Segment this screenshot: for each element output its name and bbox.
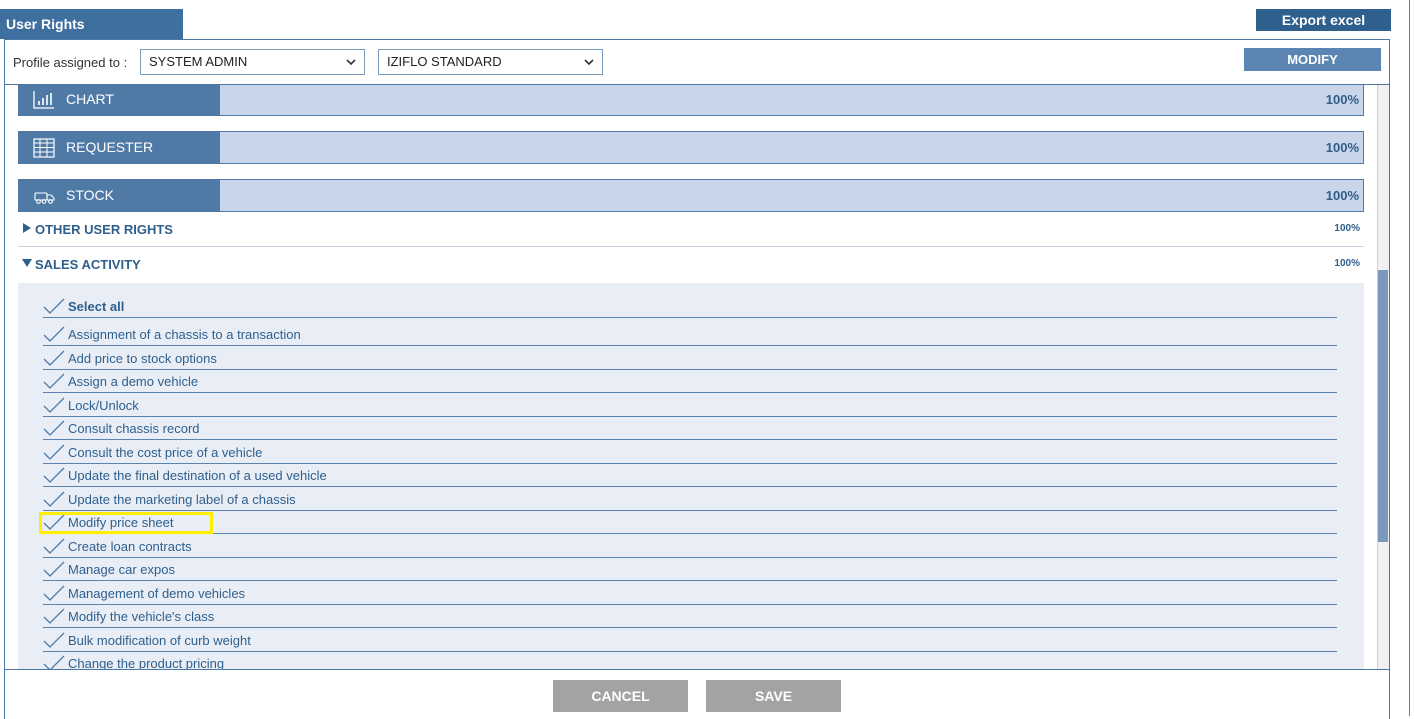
right-item-label: Change the product pricing — [68, 656, 225, 669]
right-item-label: Create loan contracts — [68, 539, 192, 554]
checkmark-icon — [43, 373, 65, 389]
right-item[interactable]: Assign a demo vehicle — [43, 370, 1337, 393]
subsection-label: OTHER USER RIGHTS — [35, 222, 173, 237]
checkmark-icon — [43, 397, 65, 413]
scrollbar-thumb[interactable] — [1378, 270, 1388, 542]
rights-scroll-area: CHART 100% REQUESTER 100% STOCK 100% OTH… — [5, 85, 1377, 669]
section-label: REQUESTER — [66, 139, 154, 155]
right-item[interactable]: Lock/Unlock — [43, 394, 1337, 417]
profile-select[interactable]: SYSTEM ADMIN — [140, 49, 365, 75]
chevron-down-icon — [584, 59, 594, 66]
profile-select-value: SYSTEM ADMIN — [149, 54, 248, 69]
right-item[interactable]: Create loan contracts — [43, 535, 1337, 558]
save-button[interactable]: SAVE — [706, 680, 841, 712]
right-item[interactable]: Assignment of a chassis to a transaction — [43, 323, 1337, 346]
right-item-label: Modify the vehicle's class — [68, 609, 215, 624]
section-percent: 100% — [1325, 188, 1359, 203]
right-item-label: Manage car expos — [68, 562, 175, 577]
cancel-button[interactable]: CANCEL — [553, 680, 688, 712]
checkmark-icon — [43, 467, 65, 483]
checkmark-icon — [43, 585, 65, 601]
subsection-sales-activity[interactable]: SALES ACTIVITY 100% — [18, 247, 1364, 282]
section-percent: 100% — [1325, 140, 1359, 155]
checkmark-icon — [43, 326, 65, 342]
right-item-label: Assignment of a chassis to a transaction — [68, 327, 301, 342]
sales-activity-rights-list: Select all Assignment of a chassis to a … — [18, 283, 1364, 669]
right-item-label: Add price to stock options — [68, 351, 217, 366]
section-stock[interactable]: STOCK 100% — [18, 179, 1364, 212]
section-label: CHART — [66, 91, 114, 107]
section-requester-header: REQUESTER — [19, 132, 220, 163]
right-item[interactable]: Manage car expos — [43, 558, 1337, 581]
checkmark-icon — [43, 655, 65, 669]
checkmark-icon — [43, 298, 65, 314]
section-requester[interactable]: REQUESTER 100% — [18, 131, 1364, 164]
section-percent: 100% — [1325, 92, 1359, 107]
section-chart[interactable]: CHART 100% — [18, 85, 1364, 116]
export-excel-button[interactable]: Export excel — [1256, 9, 1391, 31]
subsection-label: SALES ACTIVITY — [35, 257, 141, 272]
truck-icon — [34, 192, 55, 204]
right-item-modify-price-sheet[interactable]: Modify price sheet — [43, 511, 1337, 534]
modify-button[interactable]: MODIFY — [1244, 48, 1381, 71]
right-item-label: Lock/Unlock — [68, 398, 139, 413]
right-item[interactable]: Change the product pricing — [43, 652, 1337, 669]
select-all-label: Select all — [68, 299, 125, 314]
right-item-label: Assign a demo vehicle — [68, 374, 199, 389]
checkmark-icon — [43, 538, 65, 554]
right-item-label: Update the marketing label of a chassis — [68, 492, 296, 507]
table-icon — [33, 138, 55, 158]
profile-type-select[interactable]: IZIFLO STANDARD — [378, 49, 603, 75]
profile-row: Profile assigned to : SYSTEM ADMIN IZIFL… — [5, 40, 1389, 85]
checkmark-icon — [43, 420, 65, 436]
select-all-item[interactable]: Select all — [43, 295, 1337, 318]
right-item-label: Bulk modification of curb weight — [68, 633, 251, 648]
checkmark-icon — [43, 444, 65, 460]
right-item[interactable]: Management of demo vehicles — [43, 582, 1337, 605]
right-item-label: Update the final destination of a used v… — [68, 468, 327, 483]
footer-actions: CANCEL SAVE — [5, 669, 1389, 716]
section-chart-header: CHART — [19, 85, 220, 115]
checkmark-icon — [43, 632, 65, 648]
right-item-label: Management of demo vehicles — [68, 586, 246, 601]
right-item-label: Modify price sheet — [68, 515, 174, 530]
subsection-percent: 100% — [1334, 258, 1360, 269]
right-item[interactable]: Modify the vehicle's class — [43, 605, 1337, 628]
right-item[interactable]: Consult the cost price of a vehicle — [43, 441, 1337, 464]
subsection-other-user-rights[interactable]: OTHER USER RIGHTS 100% — [18, 212, 1364, 247]
right-item[interactable]: Bulk modification of curb weight — [43, 629, 1337, 652]
checkmark-icon — [43, 608, 65, 624]
right-item[interactable]: Consult chassis record — [43, 417, 1337, 440]
right-item-label: Consult chassis record — [68, 421, 200, 436]
section-stock-header: STOCK — [19, 180, 220, 211]
chevron-down-icon — [346, 59, 356, 66]
checkmark-icon — [43, 514, 65, 530]
triangle-right-icon — [23, 223, 31, 233]
checkmark-icon — [43, 491, 65, 507]
section-label: STOCK — [66, 187, 114, 203]
checkmark-icon — [43, 350, 65, 366]
triangle-down-icon — [22, 259, 32, 267]
window-edge — [1409, 0, 1410, 716]
right-item[interactable]: Add price to stock options — [43, 347, 1337, 370]
profile-label: Profile assigned to : — [13, 55, 128, 70]
profile-type-select-value: IZIFLO STANDARD — [387, 54, 502, 69]
right-item-label: Consult the cost price of a vehicle — [68, 445, 263, 460]
subsection-percent: 100% — [1334, 223, 1360, 234]
checkmark-icon — [43, 561, 65, 577]
page-title: User Rights — [0, 9, 183, 39]
bar-chart-icon — [33, 91, 54, 109]
right-item[interactable]: Update the final destination of a used v… — [43, 464, 1337, 487]
right-item[interactable]: Update the marketing label of a chassis — [43, 488, 1337, 511]
